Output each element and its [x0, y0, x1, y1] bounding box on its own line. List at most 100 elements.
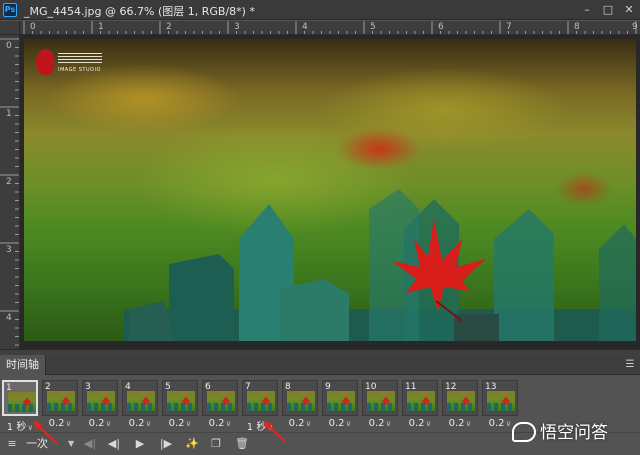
- previous-frame-icon[interactable]: ◀|: [106, 436, 122, 452]
- frame-thumbnail-box[interactable]: 4: [122, 380, 158, 416]
- frame-thumbnail-box[interactable]: 2: [42, 380, 78, 416]
- panel-menu-icon[interactable]: ☰: [624, 359, 636, 371]
- frame-delay-value: 0.2: [408, 418, 425, 429]
- frame-delay-value: 0.2: [368, 418, 385, 429]
- frame-thumbnail-fence: [407, 403, 435, 411]
- frame-thumbnail-fence: [127, 403, 155, 411]
- ruler-label: 6: [438, 22, 444, 32]
- ruler-label: 9: [632, 22, 638, 32]
- watermark-text-lines: [58, 53, 102, 65]
- photoshop-window: Ps _MG_4454.jpg @ 66.7% (图层 1, RGB/8*) *…: [0, 0, 640, 455]
- animation-frame[interactable]: 4 0.2∨: [122, 380, 158, 430]
- ruler-label: 0: [6, 41, 12, 51]
- frame-thumbnail-box[interactable]: 9: [322, 380, 358, 416]
- vertical-ruler[interactable]: 0 1 2 3 4: [0, 35, 20, 349]
- animation-frame[interactable]: 9 0.2∨: [322, 380, 358, 430]
- frame-thumbnail-fence: [207, 403, 235, 411]
- frame-thumbnail-fence: [8, 404, 36, 412]
- frame-thumbnail-box[interactable]: 6: [202, 380, 238, 416]
- chevron-down-icon: ▼: [68, 439, 75, 448]
- ruler-label: 8: [574, 22, 580, 32]
- frame-delay-value: 0.2: [88, 418, 105, 429]
- frame-thumbnail-box[interactable]: 10: [362, 380, 398, 416]
- ruler-label: 1: [6, 109, 12, 119]
- frame-delay-select[interactable]: 0.2∨: [82, 418, 118, 429]
- frame-delay-select[interactable]: 0.2∨: [442, 418, 478, 429]
- chevron-down-icon: ∨: [425, 419, 432, 428]
- frame-delay-select[interactable]: 0.2∨: [362, 418, 398, 429]
- horizontal-ruler[interactable]: 0 1 2 3 4 5 6 7 8 9: [20, 21, 640, 35]
- chevron-down-icon: ∨: [105, 419, 112, 428]
- ruler-origin[interactable]: [0, 21, 20, 35]
- ruler-label: 0: [30, 22, 36, 32]
- frame-thumbnail-fence: [87, 403, 115, 411]
- animation-frame[interactable]: 11 0.2∨: [402, 380, 438, 430]
- chevron-down-icon: ∨: [305, 419, 312, 428]
- frame-delay-value: 0.2: [328, 418, 345, 429]
- annotation-arrow-frame-1: [33, 421, 59, 445]
- photo-maple-leaf-fence: IMAGE STUDIO: [24, 39, 636, 341]
- tab-timeline[interactable]: 时间轴: [0, 355, 46, 375]
- frame-delay-select[interactable]: 0.2∨: [162, 418, 198, 429]
- frame-thumbnail-box[interactable]: 12: [442, 380, 478, 416]
- frame-delay-value: 0.2: [168, 418, 185, 429]
- chevron-down-icon: ∨: [225, 419, 232, 428]
- frame-delay-value: 0.2: [488, 418, 505, 429]
- frame-thumbnail-fence: [287, 403, 315, 411]
- timeline-panel-header: 时间轴 ☰: [0, 355, 640, 375]
- ruler-label: 2: [6, 177, 12, 187]
- animation-frame[interactable]: 10 0.2∨: [362, 380, 398, 430]
- document-tab-title[interactable]: _MG_4454.jpg @ 66.7% (图层 1, RGB/8*) *: [24, 3, 255, 19]
- ruler-label: 2: [166, 22, 172, 32]
- tween-icon[interactable]: ✨: [184, 436, 200, 452]
- frame-thumbnail-box[interactable]: 8: [282, 380, 318, 416]
- frame-delay-select[interactable]: 0.2∨: [402, 418, 438, 429]
- frame-thumbnail-fence: [47, 403, 75, 411]
- maximize-icon[interactable]: □: [601, 3, 615, 17]
- frame-thumbnail-box[interactable]: 7: [242, 380, 278, 416]
- ruler-label: 3: [6, 245, 12, 255]
- studio-watermark: IMAGE STUDIO: [36, 49, 106, 79]
- frame-delay-select[interactable]: 0.2∨: [322, 418, 358, 429]
- minimize-icon[interactable]: –: [580, 3, 594, 17]
- ruler-label: 4: [6, 313, 12, 323]
- first-frame-icon[interactable]: ◀​|: [82, 436, 98, 452]
- annotation-arrow-frame-7: [263, 421, 287, 443]
- frame-thumbnail-fence: [247, 403, 275, 411]
- frame-thumbnail-box[interactable]: 13: [482, 380, 518, 416]
- fence-and-leaf-illustration: [124, 189, 636, 341]
- frame-thumbnail-box[interactable]: 3: [82, 380, 118, 416]
- frame-thumbnail-fence: [327, 403, 355, 411]
- frame-delay-value: 0.2: [448, 418, 465, 429]
- frame-thumbnail-fence: [367, 403, 395, 411]
- horizontal-ruler-ticks: [23, 21, 637, 34]
- animation-frame[interactable]: 5 0.2∨: [162, 380, 198, 430]
- frame-thumbnail-box[interactable]: 11: [402, 380, 438, 416]
- close-icon[interactable]: ✕: [622, 3, 636, 17]
- document-tab-bar: Ps _MG_4454.jpg @ 66.7% (图层 1, RGB/8*) *…: [0, 0, 640, 20]
- brand-watermark: 悟空问答: [512, 420, 608, 446]
- next-frame-icon[interactable]: |▶: [158, 436, 174, 452]
- chevron-down-icon: ∨: [465, 419, 472, 428]
- animation-frame[interactable]: 6 0.2∨: [202, 380, 238, 430]
- document-canvas[interactable]: IMAGE STUDIO: [20, 35, 640, 349]
- chevron-down-icon: ∨: [345, 419, 352, 428]
- frame-thumbnail-box[interactable]: 1: [2, 380, 38, 416]
- frame-delay-select[interactable]: 0.2∨: [202, 418, 238, 429]
- wukong-logo-icon: [512, 422, 536, 442]
- chevron-down-icon: ∨: [185, 419, 192, 428]
- animation-frame[interactable]: 12 0.2∨: [442, 380, 478, 430]
- watermark-text: IMAGE STUDIO: [58, 67, 101, 73]
- play-icon[interactable]: ▶: [132, 436, 148, 452]
- frame-delay-select[interactable]: 0.2∨: [122, 418, 158, 429]
- delete-frame-icon[interactable]: 🗑: [234, 436, 250, 452]
- frame-thumbnail-fence: [447, 403, 475, 411]
- animation-frame[interactable]: 3 0.2∨: [82, 380, 118, 430]
- frame-delay-value: 0.2: [128, 418, 145, 429]
- ruler-label: 5: [370, 22, 376, 32]
- convert-timeline-icon[interactable]: ≡: [4, 436, 20, 452]
- frame-thumbnail-box[interactable]: 5: [162, 380, 198, 416]
- chevron-down-icon: ∨: [385, 419, 392, 428]
- duplicate-frame-icon[interactable]: ❐: [208, 436, 224, 452]
- frame-thumbnail-fence: [167, 403, 195, 411]
